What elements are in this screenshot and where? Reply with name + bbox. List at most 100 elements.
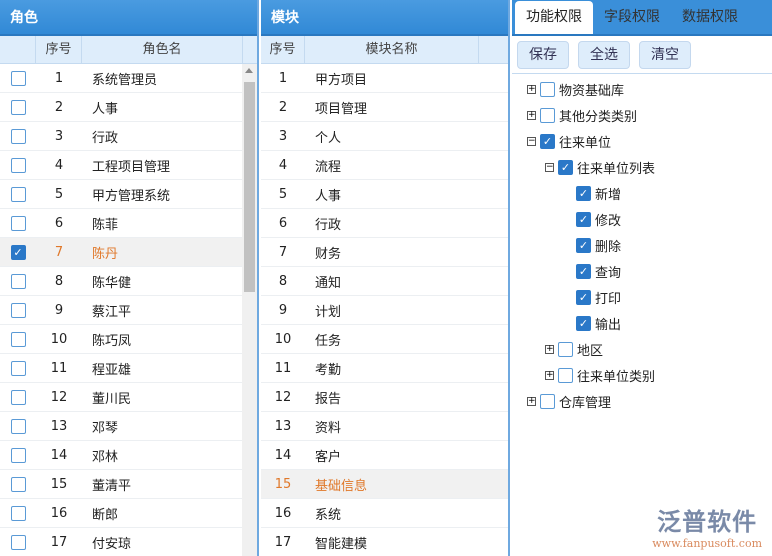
table-row[interactable]: 5 人事 [261,180,508,209]
scroll-up-icon[interactable] [245,68,253,73]
checkbox[interactable] [10,70,26,86]
table-row[interactable]: 12 报告 [261,383,508,412]
table-row[interactable]: 12 董川民 [0,383,242,412]
expand-icon[interactable]: + [527,396,536,406]
table-row[interactable]: 10 陈巧凤 [0,325,242,354]
table-row[interactable]: 2 项目管理 [261,93,508,122]
table-row[interactable]: 7 财务 [261,238,508,267]
tree-node[interactable]: ✓ 修改 [512,206,772,232]
checkbox[interactable]: ✓ [576,211,591,227]
table-row[interactable]: 13 资料 [261,412,508,441]
checkbox[interactable] [10,128,26,144]
row-checkbox-cell[interactable] [0,302,36,318]
tree-node[interactable]: + 往来单位类别 [512,362,772,388]
table-row[interactable]: 9 蔡江平 [0,296,242,325]
checkbox[interactable]: ✓ [576,263,591,279]
table-row[interactable]: 2 人事 [0,93,242,122]
tree-node[interactable]: − ✓ 往来单位 [512,128,772,154]
table-row[interactable]: 16 断郎 [0,499,242,528]
table-row[interactable]: 17 智能建模 [261,528,508,556]
table-row[interactable]: 6 行政 [261,209,508,238]
checkbox[interactable]: ✓ [558,159,573,175]
table-row[interactable]: 3 个人 [261,122,508,151]
checkbox[interactable]: ✓ [540,133,555,149]
checkbox[interactable]: ✓ [576,289,591,305]
table-row[interactable]: 16 系统 [261,499,508,528]
clear-button[interactable]: 清空 [639,40,691,69]
row-checkbox-cell[interactable] [0,99,36,115]
checkbox[interactable] [10,215,26,231]
tree-node[interactable]: ✓ 打印 [512,284,772,310]
checkbox[interactable] [10,447,26,463]
tree-node[interactable]: − ✓ 往来单位列表 [512,154,772,180]
checkbox[interactable] [540,107,555,123]
expand-icon[interactable]: + [527,84,536,94]
checkbox[interactable]: ✓ [10,244,26,260]
row-checkbox-cell[interactable] [0,476,36,492]
checkbox[interactable]: ✓ [576,315,591,331]
table-row[interactable]: 6 陈菲 [0,209,242,238]
checkbox[interactable] [10,273,26,289]
table-row[interactable]: ✓ 7 陈丹 [0,238,242,267]
checkbox[interactable] [10,157,26,173]
expand-icon[interactable]: + [545,370,554,380]
table-row[interactable]: 11 考勤 [261,354,508,383]
expand-icon[interactable]: + [527,110,536,120]
checkbox[interactable] [10,534,26,550]
row-checkbox-cell[interactable] [0,273,36,289]
checkbox[interactable] [558,341,573,357]
tree-node[interactable]: + 物资基础库 [512,76,772,102]
table-row[interactable]: 8 陈华健 [0,267,242,296]
row-checkbox-cell[interactable] [0,534,36,550]
tree-node[interactable]: + 仓库管理 [512,388,772,414]
row-checkbox-cell[interactable] [0,157,36,173]
table-row[interactable]: 1 系统管理员 [0,64,242,93]
checkbox[interactable] [10,99,26,115]
row-checkbox-cell[interactable] [0,128,36,144]
checkbox[interactable] [10,418,26,434]
table-row[interactable]: 14 客户 [261,441,508,470]
tree-node[interactable]: + 其他分类类别 [512,102,772,128]
checkbox[interactable] [558,367,573,383]
checkbox[interactable] [10,331,26,347]
table-row[interactable]: 4 工程项目管理 [0,151,242,180]
expand-icon[interactable]: + [545,344,554,354]
collapse-icon[interactable]: − [527,136,536,146]
row-checkbox-cell[interactable] [0,360,36,376]
select-all-button[interactable]: 全选 [578,40,630,69]
table-row[interactable]: 1 甲方项目 [261,64,508,93]
row-checkbox-cell[interactable] [0,505,36,521]
collapse-icon[interactable]: − [545,162,554,172]
tree-node[interactable]: + 地区 [512,336,772,362]
checkbox[interactable]: ✓ [576,185,591,201]
scrollbar[interactable] [242,64,257,556]
table-row[interactable]: 3 行政 [0,122,242,151]
save-button[interactable]: 保存 [517,40,569,69]
tab-data[interactable]: 数据权限 [671,1,749,34]
table-row[interactable]: 4 流程 [261,151,508,180]
checkbox[interactable] [540,81,555,97]
checkbox[interactable] [10,476,26,492]
checkbox[interactable] [10,505,26,521]
checkbox[interactable] [10,186,26,202]
table-row[interactable]: 13 邓琴 [0,412,242,441]
checkbox[interactable]: ✓ [576,237,591,253]
table-row[interactable]: 14 邓林 [0,441,242,470]
row-checkbox-cell[interactable] [0,186,36,202]
row-checkbox-cell[interactable] [0,447,36,463]
checkbox[interactable] [10,389,26,405]
table-row[interactable]: 10 任务 [261,325,508,354]
table-row[interactable]: 11 程亚雄 [0,354,242,383]
tree-node[interactable]: ✓ 新增 [512,180,772,206]
tree-node[interactable]: ✓ 查询 [512,258,772,284]
row-checkbox-cell[interactable] [0,70,36,86]
table-row[interactable]: 8 通知 [261,267,508,296]
row-checkbox-cell[interactable] [0,389,36,405]
tree-node[interactable]: ✓ 删除 [512,232,772,258]
checkbox[interactable] [10,302,26,318]
row-checkbox-cell[interactable] [0,418,36,434]
tree-node[interactable]: ✓ 输出 [512,310,772,336]
row-checkbox-cell[interactable] [0,215,36,231]
tab-field[interactable]: 字段权限 [593,1,671,34]
checkbox[interactable] [540,393,555,409]
